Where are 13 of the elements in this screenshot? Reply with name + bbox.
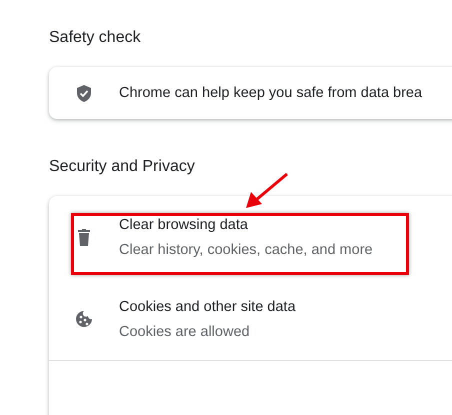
arrow-drawing	[246, 172, 288, 208]
trash-icon	[77, 228, 91, 246]
row-sublabel: Cookies are allowed	[119, 322, 251, 342]
section-title: Safety check	[49, 28, 142, 48]
shield-icon	[75, 84, 93, 102]
cookie-icon	[75, 310, 93, 328]
row-sublabel: Clear history, cookies, cache, and more	[119, 240, 373, 260]
settings-row[interactable]: Clear browsing data Clear history, cookies, cache, and more	[49, 196, 452, 278]
row-label: Chrome can help keep you safe from data brea	[119, 84, 422, 103]
section-title: Security and Privacy	[49, 157, 196, 177]
row-label: Cookies and other site data	[119, 298, 296, 316]
settings-row[interactable]: Cookies and other site data Cookies are allowed	[49, 278, 452, 360]
row-label: Clear browsing data	[119, 216, 249, 234]
